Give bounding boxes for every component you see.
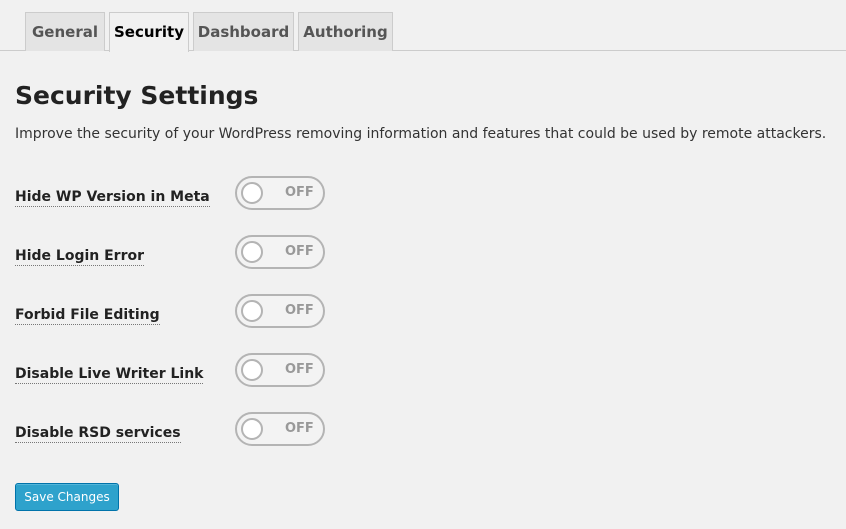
tab-bar: General Security Dashboard Authoring	[0, 0, 846, 52]
toggle-knob	[241, 418, 263, 440]
tab-general[interactable]: General	[25, 12, 105, 51]
toggle-knob	[241, 182, 263, 204]
toggle-disable-live-writer-link[interactable]: OFF	[235, 353, 325, 387]
page-description: Improve the security of your WordPress r…	[15, 126, 827, 142]
tab-authoring[interactable]: Authoring	[298, 12, 393, 51]
toggle-knob	[241, 241, 263, 263]
save-changes-button[interactable]: Save Changes	[15, 483, 119, 511]
toggle-state-text: OFF	[285, 421, 314, 436]
tab-security[interactable]: Security	[109, 12, 189, 52]
toggle-state-text: OFF	[285, 362, 314, 377]
toggle-knob	[241, 300, 263, 322]
setting-label-disable-rsd-services: Disable RSD services	[15, 425, 181, 443]
setting-label-disable-live-writer-link: Disable Live Writer Link	[15, 366, 204, 384]
toggle-state-text: OFF	[285, 303, 314, 318]
toggle-knob	[241, 359, 263, 381]
tab-dashboard[interactable]: Dashboard	[193, 12, 294, 51]
setting-label-forbid-file-editing: Forbid File Editing	[15, 307, 160, 325]
toggle-hide-login-error[interactable]: OFF	[235, 235, 325, 269]
settings-page: General Security Dashboard Authoring Sec…	[0, 0, 846, 529]
page-title: Security Settings	[15, 81, 259, 110]
setting-label-hide-wp-version: Hide WP Version in Meta	[15, 189, 210, 207]
toggle-hide-wp-version[interactable]: OFF	[235, 176, 325, 210]
toggle-disable-rsd-services[interactable]: OFF	[235, 412, 325, 446]
toggle-forbid-file-editing[interactable]: OFF	[235, 294, 325, 328]
toggle-state-text: OFF	[285, 185, 314, 200]
toggle-state-text: OFF	[285, 244, 314, 259]
setting-label-hide-login-error: Hide Login Error	[15, 248, 145, 266]
